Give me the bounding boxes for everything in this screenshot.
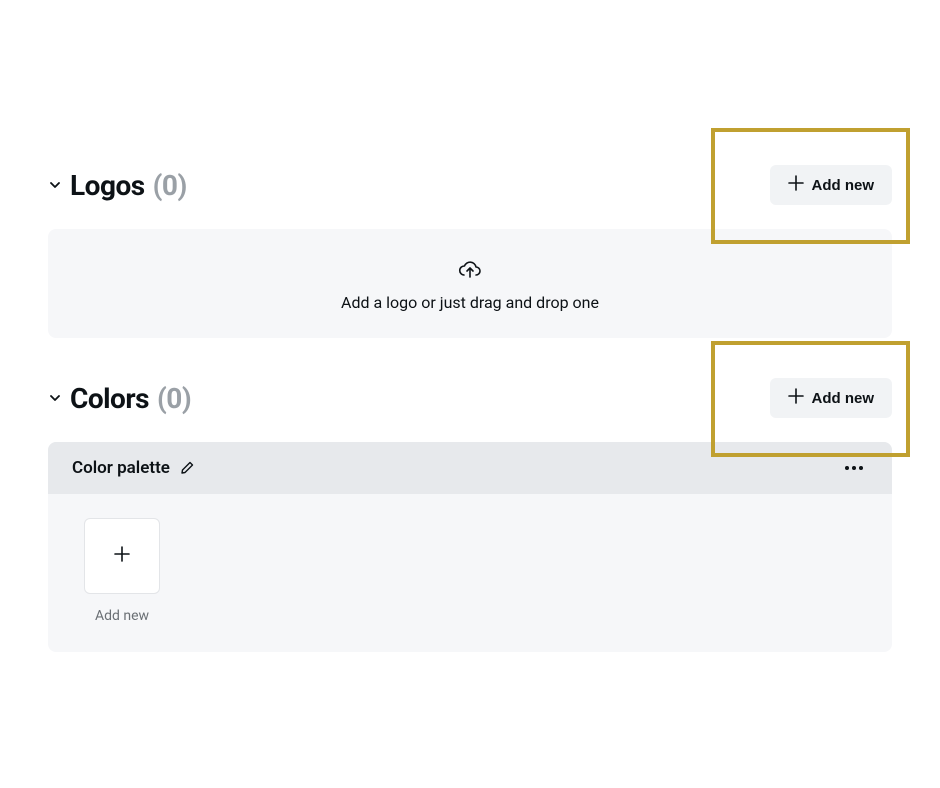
- logos-count: (0): [153, 169, 187, 202]
- colors-title-group: Colors (0): [48, 382, 191, 415]
- logos-title-group: Logos (0): [48, 169, 187, 202]
- color-palette-panel: Color palette: [48, 442, 892, 652]
- color-palette-header: Color palette: [48, 442, 892, 494]
- colors-section: Colors (0) Add new Color palette: [48, 378, 892, 652]
- logos-dropzone-text: Add a logo or just drag and drop one: [341, 293, 599, 312]
- logos-add-new-button[interactable]: Add new: [770, 165, 893, 205]
- cloud-upload-icon: [458, 259, 482, 285]
- logos-dropzone[interactable]: Add a logo or just drag and drop one: [48, 229, 892, 338]
- plus-icon: [113, 545, 131, 567]
- chevron-down-icon[interactable]: [48, 178, 62, 192]
- colors-add-new-button[interactable]: Add new: [770, 378, 893, 418]
- colors-add-new-label: Add new: [812, 390, 875, 407]
- chevron-down-icon[interactable]: [48, 391, 62, 405]
- add-color-swatch-button[interactable]: [84, 518, 160, 594]
- pencil-icon[interactable]: [180, 461, 194, 475]
- add-color-swatch-label: Add new: [95, 608, 149, 624]
- plus-icon: [788, 388, 804, 408]
- palette-title-group: Color palette: [72, 458, 194, 478]
- logos-title: Logos: [70, 169, 145, 202]
- colors-header: Colors (0) Add new: [48, 378, 892, 418]
- logos-section: Logos (0) Add new: [48, 165, 892, 338]
- colors-title: Colors: [70, 382, 149, 415]
- plus-icon: [788, 175, 804, 195]
- more-horizontal-icon[interactable]: [840, 461, 868, 475]
- colors-count: (0): [157, 382, 191, 415]
- add-color-swatch-group: Add new: [84, 518, 160, 624]
- palette-body: Add new: [48, 494, 892, 652]
- logos-add-new-label: Add new: [812, 177, 875, 194]
- palette-title: Color palette: [72, 458, 170, 478]
- logos-header: Logos (0) Add new: [48, 165, 892, 205]
